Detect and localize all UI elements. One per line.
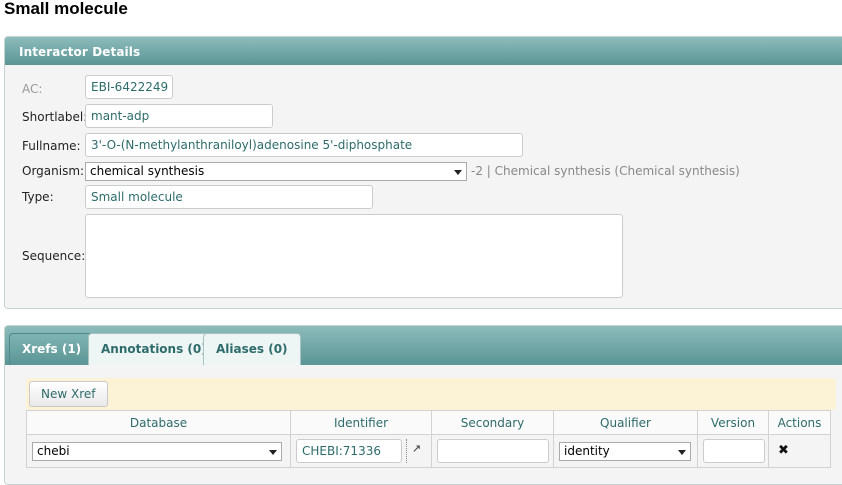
- chevron-down-icon: [678, 450, 686, 455]
- tabs-panel: Xrefs (1) Annotations (0) Aliases (0) Ne…: [4, 325, 842, 485]
- column-header-version: Version: [697, 410, 769, 435]
- type-label: Type:: [22, 190, 54, 204]
- organism-description: -2 | Chemical synthesis (Chemical synthe…: [471, 164, 740, 178]
- database-selected-value: chebi: [37, 444, 70, 458]
- organism-label: Organism:: [22, 164, 85, 178]
- column-header-database: Database: [26, 410, 291, 435]
- organism-select[interactable]: chemical synthesis: [85, 162, 467, 181]
- xref-toolbar: New Xref: [26, 378, 836, 410]
- tab-xrefs[interactable]: Xrefs (1): [9, 333, 95, 365]
- fullname-input[interactable]: 3'-O-(N-methylanthraniloyl)adenosine 5'-…: [85, 133, 523, 157]
- tab-bar: Xrefs (1) Annotations (0) Aliases (0): [5, 326, 842, 365]
- type-field[interactable]: Small molecule: [85, 185, 373, 209]
- external-link-icon[interactable]: ↗: [406, 439, 426, 463]
- qualifier-cell: identity: [553, 434, 698, 468]
- interactor-details-panel: Interactor Details AC: EBI-6422249 Short…: [4, 36, 842, 309]
- panel-header: Interactor Details: [5, 37, 842, 65]
- page-title: Small molecule: [4, 0, 128, 18]
- identifier-cell: CHEBI:71336 ↗: [290, 434, 432, 468]
- secondary-cell: [431, 434, 554, 468]
- identifier-input[interactable]: CHEBI:71336: [296, 439, 402, 463]
- column-header-secondary: Secondary: [431, 410, 554, 435]
- organism-selected-value: chemical synthesis: [90, 164, 205, 178]
- new-xref-button[interactable]: New Xref: [29, 381, 108, 407]
- delete-icon[interactable]: ✖: [778, 443, 789, 458]
- database-select[interactable]: chebi: [32, 442, 282, 461]
- ac-field: EBI-6422249: [85, 75, 173, 99]
- database-cell: chebi: [26, 434, 291, 468]
- shortlabel-label: Shortlabel:: [22, 110, 88, 124]
- tab-annotations[interactable]: Annotations (0): [88, 333, 220, 365]
- column-header-identifier: Identifier: [290, 410, 432, 435]
- ac-label: AC:: [22, 82, 43, 96]
- chevron-down-icon: [269, 450, 277, 455]
- sequence-label: Sequence:: [22, 249, 86, 263]
- fullname-label: Fullname:: [22, 139, 81, 153]
- actions-cell: ✖: [768, 434, 831, 468]
- sequence-textarea[interactable]: [85, 214, 623, 298]
- qualifier-select[interactable]: identity: [559, 442, 691, 461]
- qualifier-selected-value: identity: [564, 444, 610, 458]
- version-input[interactable]: [703, 439, 765, 463]
- column-header-actions: Actions: [768, 410, 831, 435]
- shortlabel-input[interactable]: mant-adp: [85, 104, 273, 128]
- secondary-input[interactable]: [437, 439, 549, 463]
- table-header-row: Database Identifier Secondary Qualifier …: [26, 410, 831, 435]
- table-row: chebi CHEBI:71336 ↗ identity ✖: [26, 434, 831, 468]
- chevron-down-icon: [454, 170, 462, 175]
- xref-table: Database Identifier Secondary Qualifier …: [26, 410, 831, 468]
- version-cell: [697, 434, 769, 468]
- tab-aliases[interactable]: Aliases (0): [203, 333, 301, 365]
- column-header-qualifier: Qualifier: [553, 410, 698, 435]
